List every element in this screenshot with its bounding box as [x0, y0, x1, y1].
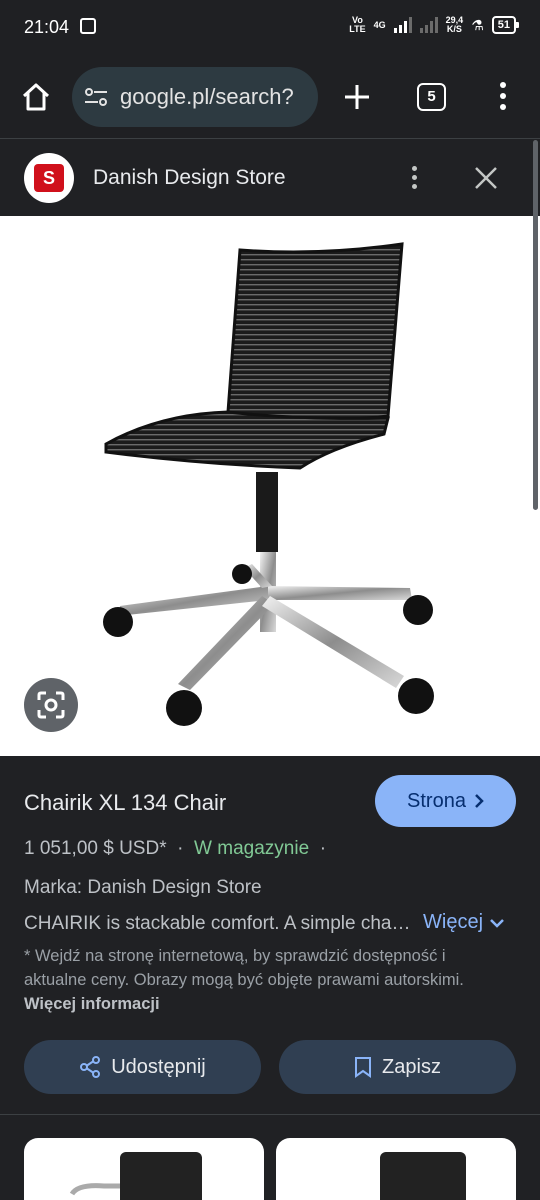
chair-illustration	[103, 242, 434, 726]
notification-icon	[80, 18, 96, 34]
network-speed: 29,4 K/S	[445, 15, 464, 34]
related-product-card[interactable]	[24, 1138, 264, 1200]
scrollbar[interactable]	[533, 140, 538, 510]
browser-menu-icon[interactable]	[495, 82, 511, 112]
store-panel-header: S Danish Design Store	[0, 138, 540, 216]
share-label: Udostępnij	[111, 1055, 206, 1078]
product-image[interactable]	[0, 216, 540, 756]
status-bar: 21:04 Vo LTE 4G 29,4 K/S ⚗ 51	[0, 0, 540, 56]
disclaimer: * Wejdź na stronę internetową, by sprawd…	[24, 944, 504, 1016]
signal-2-icon	[419, 17, 438, 33]
url-text: google.pl/search?	[120, 84, 294, 109]
panel-more-icon[interactable]	[406, 166, 422, 192]
bookmark-icon	[355, 1057, 372, 1078]
signal-icon	[393, 17, 412, 33]
visit-site-button[interactable]: Strona	[375, 775, 516, 827]
description: CHAIRIK is stackable comfort. A simple c…	[24, 913, 414, 934]
store-logo[interactable]: S	[24, 153, 74, 203]
related-chair-image	[69, 1152, 202, 1200]
related-product-card[interactable]	[276, 1138, 516, 1200]
flask-icon: ⚗	[471, 16, 484, 33]
share-button[interactable]: Udostępnij	[24, 1040, 261, 1094]
store-name[interactable]: Danish Design Store	[93, 166, 286, 190]
product-details: Chairik XL 134 Chair Strona 1 051,00 $ U…	[0, 756, 540, 1200]
price: 1 051,00 $ USD*	[24, 838, 167, 859]
share-icon	[80, 1056, 101, 1078]
tab-switcher-button[interactable]: 5	[417, 83, 446, 111]
more-button[interactable]: Więcej	[423, 911, 505, 934]
related-chair-image	[380, 1152, 466, 1200]
lens-icon	[37, 691, 65, 719]
browser-toolbar: google.pl/search? 5	[0, 56, 540, 138]
separator-dot-2: ·	[319, 838, 327, 859]
more-label: Więcej	[423, 911, 484, 933]
close-icon[interactable]	[472, 164, 500, 192]
disclaimer-text: * Wejdź na stronę internetową, by sprawd…	[24, 947, 464, 989]
more-info-link[interactable]: Więcej informacji	[24, 995, 160, 1013]
site-settings-icon[interactable]	[84, 87, 108, 107]
price-row: 1 051,00 $ USD* · W magazynie ·	[24, 838, 326, 860]
visit-site-label: Strona	[407, 789, 466, 812]
divider	[0, 1114, 540, 1115]
save-button[interactable]: Zapisz	[279, 1040, 516, 1094]
save-label: Zapisz	[382, 1055, 441, 1078]
chevron-right-icon	[475, 794, 484, 808]
status-time: 21:04	[24, 17, 70, 37]
volte-indicator: Vo LTE	[349, 15, 366, 34]
network-type: 4G	[373, 19, 386, 30]
brand: Marka: Danish Design Store	[24, 877, 262, 898]
separator-dot: ·	[177, 838, 184, 859]
chevron-down-icon	[490, 918, 504, 928]
status-icons: Vo LTE 4G 29,4 K/S ⚗ 51	[349, 15, 520, 34]
product-title: Chairik XL 134 Chair	[24, 790, 227, 815]
address-bar[interactable]: google.pl/search?	[72, 67, 318, 127]
battery-icon: 51	[491, 16, 520, 34]
home-icon[interactable]	[20, 81, 52, 113]
stock-status: W magazynie	[194, 838, 310, 859]
google-lens-button[interactable]	[24, 678, 78, 732]
store-logo-mark: S	[34, 164, 64, 192]
new-tab-icon[interactable]	[340, 80, 374, 114]
